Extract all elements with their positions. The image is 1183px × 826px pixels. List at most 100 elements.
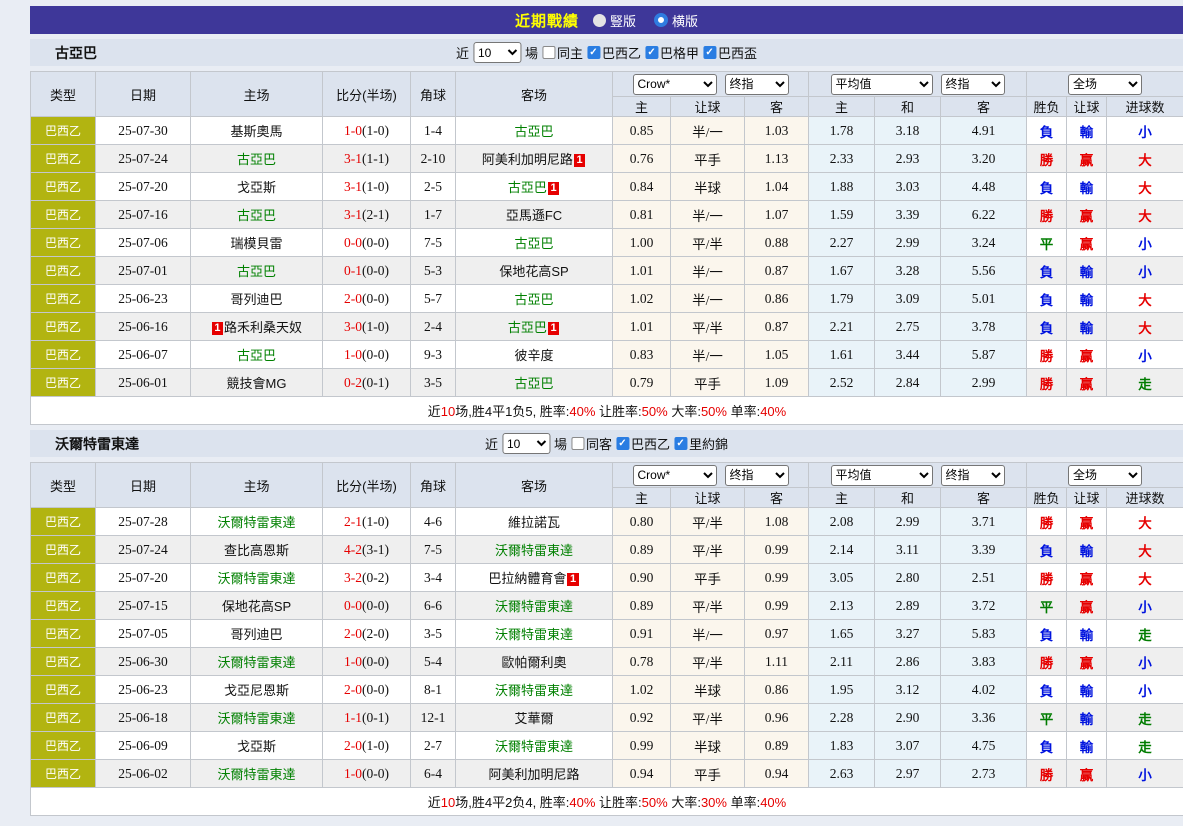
result-goals-value: 小 [1138, 349, 1152, 364]
result-outcome-value: 勝 [1040, 209, 1054, 224]
games-label: 場 [525, 43, 538, 62]
team-name: 沃爾特雷東達 [30, 434, 139, 454]
league-checkbox-0[interactable]: ✓ [587, 46, 600, 59]
league-checkbox-1[interactable]: ✓ [674, 437, 687, 450]
date-cell: 25-07-28 [96, 508, 191, 536]
result-goals: 走 [1107, 732, 1183, 760]
halftime-score: (1-0) [362, 179, 389, 194]
away-team-cell-name: 沃爾特雷東達 [495, 543, 573, 558]
sub-header-4: 和 [875, 488, 941, 508]
handicap-away-odds: 1.05 [745, 341, 809, 369]
bookmaker-select[interactable]: Crow* [633, 74, 717, 95]
handicap-line: 平/半 [671, 648, 745, 676]
league-type-cell: 巴西乙 [31, 285, 96, 313]
avg-away-odds: 3.36 [941, 704, 1027, 732]
final-odds-select-2[interactable]: 终指 [941, 74, 1005, 95]
match-row: 巴西乙25-06-23哥列迪巴2-0(0-0)5-7古亞巴1.02半/一0.86… [31, 285, 1183, 313]
layout-radio-horizontal[interactable]: 横版 [654, 11, 698, 30]
avg-home-odds: 2.13 [809, 592, 875, 620]
avg-away-odds: 3.71 [941, 508, 1027, 536]
team-name: 古亞巴 [30, 43, 97, 63]
result-handicap-value: 赢 [1080, 377, 1094, 392]
league-checkbox-1[interactable]: ✓ [645, 46, 658, 59]
average-odds-select[interactable]: 平均值 [831, 465, 933, 486]
avg-home-odds: 1.59 [809, 201, 875, 229]
league-type-cell: 巴西乙 [31, 341, 96, 369]
result-outcome: 負 [1027, 173, 1067, 201]
result-goals-value: 大 [1138, 209, 1152, 224]
layout-radio-vertical[interactable]: 豎版 [593, 11, 636, 30]
games-count-select[interactable]: 10 [473, 42, 521, 63]
final-odds-select-2[interactable]: 终指 [941, 465, 1005, 486]
avg-away-odds: 3.39 [941, 536, 1027, 564]
avg-away-odds: 3.24 [941, 229, 1027, 257]
handicap-line: 平手 [671, 760, 745, 788]
handicap-away-odds: 0.99 [745, 536, 809, 564]
final-odds-select[interactable]: 终指 [725, 465, 789, 486]
match-scope-select[interactable]: 全场 [1068, 74, 1142, 95]
handicap-home-odds: 1.02 [613, 285, 671, 313]
sub-header-8: 进球数 [1107, 488, 1183, 508]
avg-home-odds: 2.27 [809, 229, 875, 257]
handicap-away-odds: 0.99 [745, 564, 809, 592]
col-header-3: 比分(半场) [323, 72, 411, 117]
result-outcome: 勝 [1027, 369, 1067, 397]
result-goals-value: 小 [1138, 237, 1152, 252]
result-goals-value: 走 [1138, 377, 1152, 392]
layout-radio-group: 豎版横版 [593, 11, 698, 30]
handicap-home-odds: 0.85 [613, 117, 671, 145]
col-header-3: 比分(半场) [323, 463, 411, 508]
avg-away-odds: 3.78 [941, 313, 1027, 341]
league-checkbox-0[interactable]: ✓ [616, 437, 629, 450]
result-goals: 小 [1107, 117, 1183, 145]
handicap-home-odds: 1.02 [613, 676, 671, 704]
away-team-cell: 沃爾特雷東達 [456, 732, 613, 760]
sections-container: 古亞巴近10場同主✓巴西乙✓巴格甲✓巴西盃类型日期主场比分(半场)角球客场Cro… [30, 39, 1183, 816]
col-header-1: 日期 [96, 72, 191, 117]
fulltime-score: 2-1 [344, 514, 362, 529]
avg-draw-odds: 2.97 [875, 760, 941, 788]
result-handicap: 赢 [1067, 201, 1107, 229]
league-checkbox-label: 巴西乙 [631, 434, 670, 453]
handicap-away-odds: 1.13 [745, 145, 809, 173]
col-header-5: 客场 [456, 72, 613, 117]
same-side-checkbox[interactable] [542, 46, 555, 59]
halftime-score: (1-0) [362, 123, 389, 138]
result-outcome-value: 勝 [1040, 153, 1054, 168]
home-team-cell-name: 沃爾特雷東達 [217, 767, 295, 782]
handicap-away-odds: 1.04 [745, 173, 809, 201]
fulltime-score: 3-1 [344, 207, 362, 222]
league-type-cell: 巴西乙 [31, 676, 96, 704]
date-cell: 25-07-20 [96, 564, 191, 592]
league-checkbox-2[interactable]: ✓ [703, 46, 716, 59]
corner-cell: 7-5 [411, 536, 456, 564]
summary-part: 40% [569, 404, 595, 419]
avg-away-odds: 4.48 [941, 173, 1027, 201]
handicap-away-odds: 1.07 [745, 201, 809, 229]
same-side-checkbox[interactable] [571, 437, 584, 450]
result-handicap-value: 赢 [1080, 209, 1094, 224]
handicap-away-odds: 0.97 [745, 620, 809, 648]
home-team-cell-name: 戈亞尼恩斯 [224, 683, 289, 698]
result-outcome-value: 勝 [1040, 516, 1054, 531]
avg-draw-odds: 3.11 [875, 536, 941, 564]
avg-home-odds: 2.14 [809, 536, 875, 564]
halftime-score: (1-0) [362, 514, 389, 529]
scope-select-group: 全场 [1027, 463, 1183, 488]
avg-away-odds: 4.91 [941, 117, 1027, 145]
league-checkbox-label: 巴西盃 [718, 43, 757, 62]
corner-cell: 3-5 [411, 620, 456, 648]
games-count-select[interactable]: 10 [502, 433, 550, 454]
match-scope-select[interactable]: 全场 [1068, 465, 1142, 486]
summary-part: 让胜率: [595, 404, 641, 419]
handicap-home-odds: 0.78 [613, 648, 671, 676]
home-team-cell: 古亞巴 [191, 341, 323, 369]
handicap-line: 半球 [671, 732, 745, 760]
average-odds-select[interactable]: 平均值 [831, 74, 933, 95]
result-outcome: 平 [1027, 704, 1067, 732]
final-odds-select[interactable]: 终指 [725, 74, 789, 95]
fulltime-score: 0-2 [344, 375, 362, 390]
fulltime-score: 0-0 [344, 598, 362, 613]
avg-draw-odds: 3.27 [875, 620, 941, 648]
bookmaker-select[interactable]: Crow* [633, 465, 717, 486]
